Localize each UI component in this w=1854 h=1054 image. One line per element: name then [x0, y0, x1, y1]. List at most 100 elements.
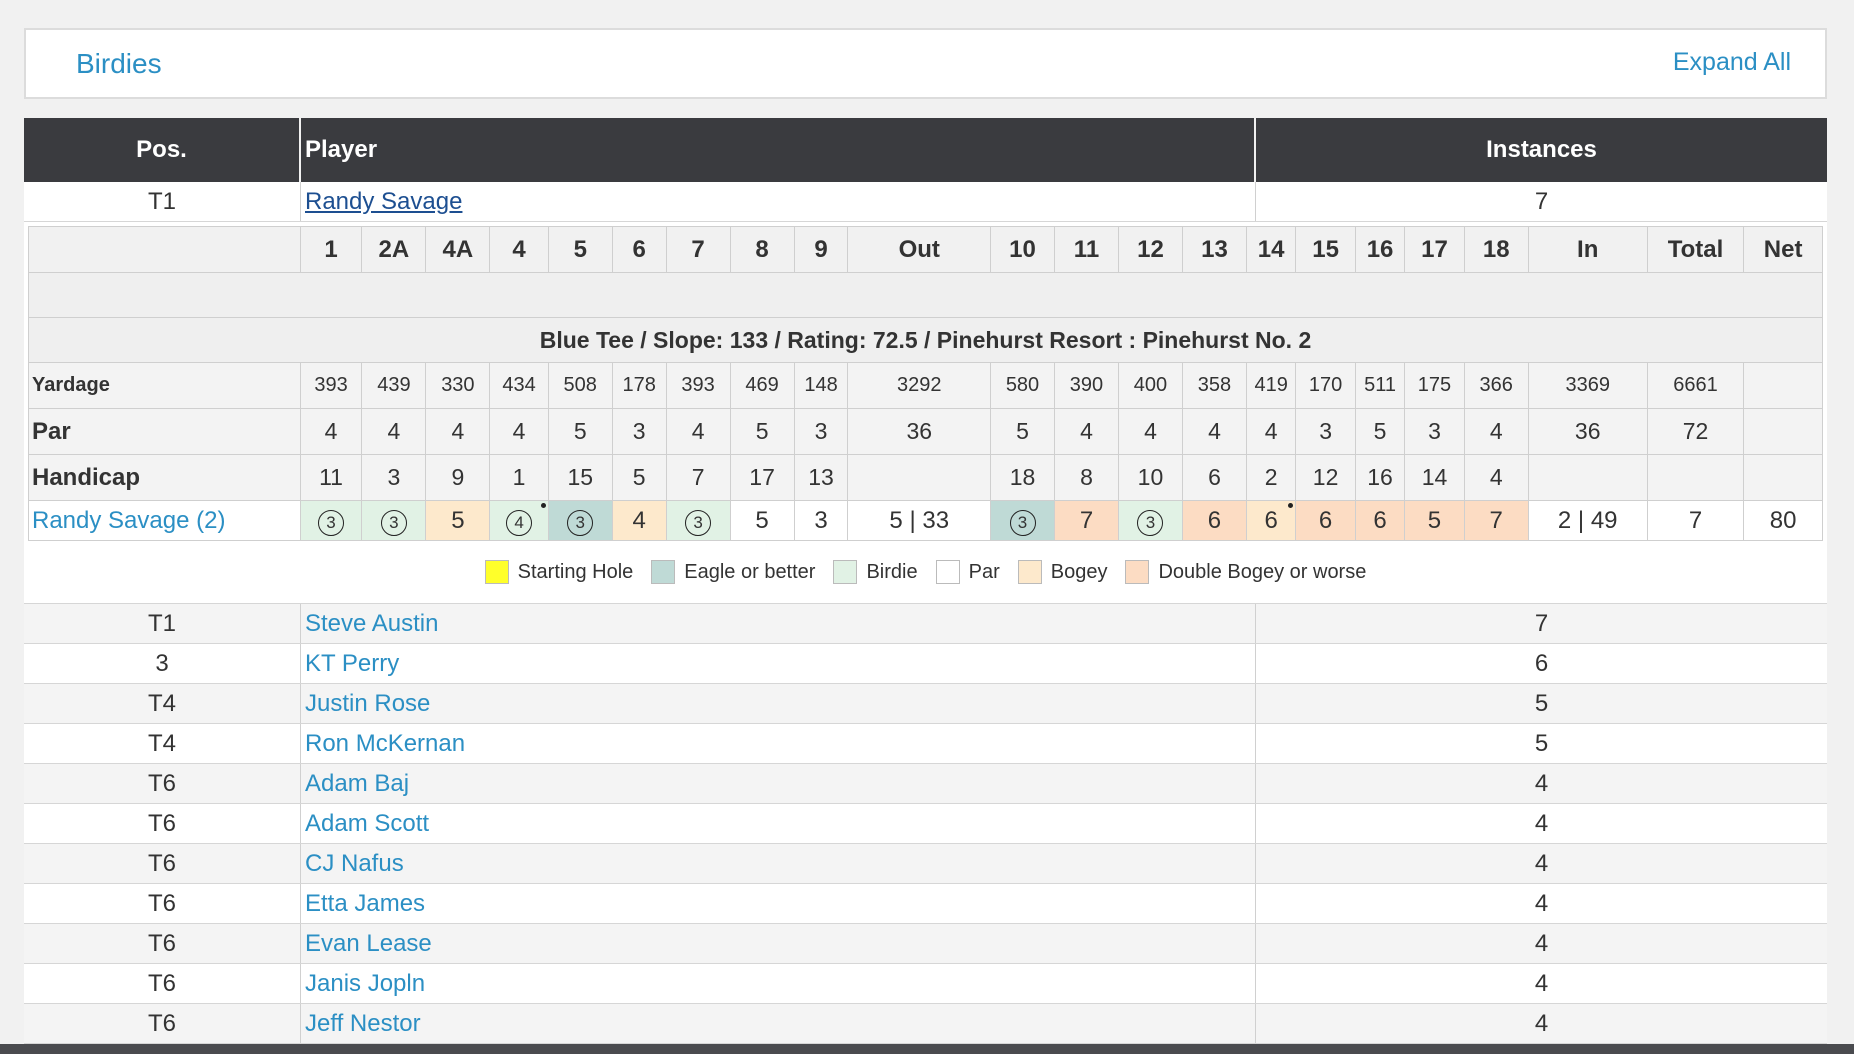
- row-pos: T4: [24, 724, 301, 763]
- player-link[interactable]: Janis Jopln: [305, 970, 425, 998]
- col-header: 4A: [425, 226, 491, 273]
- col-header: 16: [1354, 226, 1406, 273]
- table-row[interactable]: T6 Janis Jopln 4: [24, 964, 1827, 1004]
- col-header: Total: [1646, 226, 1745, 273]
- table-row[interactable]: T6 Adam Baj 4: [24, 764, 1827, 804]
- par-row: Par 4 4 4 4 5 3 4 5 3 36 5 4 4 4 4 3 5 3 4 36 72: [28, 408, 1823, 455]
- score-value: 5: [451, 506, 465, 534]
- handicap-cell: 16: [1354, 454, 1406, 501]
- yardage-cell: 434: [489, 362, 549, 409]
- row-instances: 7: [1534, 609, 1549, 637]
- handicap-cell: [1646, 454, 1745, 501]
- score-cell: 80: [1743, 500, 1823, 541]
- player-link[interactable]: Justin Rose: [305, 690, 430, 718]
- col-header: 10: [990, 226, 1055, 273]
- score-cell: 7: [1646, 500, 1745, 541]
- player-link[interactable]: CJ Nafus: [305, 850, 404, 878]
- scorecard-table: 1 2A 4A 4 5 6 7 8 9 Out 10 11 12 13 14 15 16 17 18 In Total N…: [28, 226, 1823, 541]
- score-legend: Starting Hole Eagle or better Birdie Par Bog…: [28, 541, 1823, 603]
- handicap-cell: 9: [425, 454, 491, 501]
- birdies-panel: Birdies Expand All: [24, 28, 1827, 99]
- handicap-cell: 18: [990, 454, 1055, 501]
- row-instances: 5: [1534, 689, 1549, 717]
- score-value: 5: [755, 506, 769, 534]
- col-header: 4: [489, 226, 549, 273]
- legend-label: Bogey: [1050, 560, 1108, 583]
- yardage-cell: 419: [1245, 362, 1297, 409]
- header-blank: [28, 226, 301, 273]
- player-link[interactable]: Randy Savage: [305, 188, 462, 216]
- row-pos: T6: [24, 884, 301, 923]
- yardage-cell: 170: [1295, 362, 1356, 409]
- score-cell: 6: [1245, 500, 1297, 541]
- handicap-cell: 6: [1181, 454, 1247, 501]
- handicap-cell: 13: [793, 454, 849, 501]
- table-row[interactable]: T4 Ron McKernan 5: [24, 724, 1827, 764]
- score-circle: 3: [318, 509, 345, 536]
- header-player[interactable]: Player: [301, 118, 1256, 182]
- legend-label: Birdie: [866, 560, 918, 583]
- player-link[interactable]: Ron McKernan: [305, 730, 465, 758]
- yardage-cell: 469: [729, 362, 795, 409]
- header-pos[interactable]: Pos.: [24, 118, 301, 182]
- row-pos: T1: [24, 604, 301, 643]
- player-link[interactable]: Etta James: [305, 890, 425, 918]
- yardage-cell: 330: [425, 362, 491, 409]
- par-label: Par: [28, 408, 301, 455]
- row-pos: 3: [24, 644, 301, 683]
- table-row[interactable]: T4 Justin Rose 5: [24, 684, 1827, 724]
- par-cell: 4: [1463, 408, 1529, 455]
- yardage-cell: 3369: [1527, 362, 1648, 409]
- player-score-label[interactable]: Randy Savage (2): [28, 500, 301, 541]
- score-value: 6: [1264, 506, 1278, 534]
- legend-swatch: [651, 560, 676, 584]
- table-row[interactable]: T6 CJ Nafus 4: [24, 844, 1827, 884]
- player-link[interactable]: KT Perry: [305, 650, 399, 678]
- score-cell: 5 | 33: [847, 500, 992, 541]
- header-instances[interactable]: Instances: [1256, 118, 1827, 182]
- score-cell: 5: [1404, 500, 1465, 541]
- table-row[interactable]: T6 Adam Scott 4: [24, 804, 1827, 844]
- score-cell: 5: [729, 500, 795, 541]
- player-link[interactable]: Adam Scott: [305, 810, 429, 838]
- table-row[interactable]: 3 KT Perry 6: [24, 644, 1827, 684]
- handicap-cell: 8: [1054, 454, 1119, 501]
- table-row-leader[interactable]: T1 Randy Savage 7: [24, 182, 1827, 222]
- score-dot: [1288, 503, 1294, 508]
- table-row[interactable]: T6 Jeff Nestor 4: [24, 1004, 1827, 1044]
- player-link[interactable]: Adam Baj: [305, 770, 409, 798]
- player-link[interactable]: Jeff Nestor: [305, 1010, 421, 1038]
- row-instances: 7: [1534, 187, 1549, 215]
- score-value: 80: [1769, 506, 1797, 534]
- score-value: 6: [1318, 506, 1333, 534]
- col-header: 11: [1054, 226, 1119, 273]
- row-pos: T6: [24, 764, 301, 803]
- table-row[interactable]: T6 Etta James 4: [24, 884, 1827, 924]
- handicap-cell: 3: [361, 454, 427, 501]
- par-cell: 3: [611, 408, 667, 455]
- col-header: 9: [793, 226, 849, 273]
- row-instances: 4: [1534, 769, 1549, 797]
- player-link[interactable]: Evan Lease: [305, 930, 432, 958]
- yardage-cell: 178: [611, 362, 667, 409]
- table-row[interactable]: T6 Evan Lease 4: [24, 924, 1827, 964]
- row-instances: 5: [1534, 729, 1549, 757]
- par-cell: 5: [547, 408, 613, 455]
- legend-label: Starting Hole: [517, 560, 634, 583]
- col-header: 13: [1181, 226, 1247, 273]
- score-cell: 7: [1463, 500, 1529, 541]
- score-value: 6: [1207, 506, 1222, 534]
- player-link[interactable]: Steve Austin: [305, 610, 438, 638]
- score-value: 7: [1489, 506, 1503, 534]
- expand-all-link[interactable]: Expand All: [1673, 48, 1791, 77]
- yardage-cell: 508: [547, 362, 613, 409]
- legend-item: Starting Hole: [484, 560, 634, 584]
- score-circle: 3: [1009, 509, 1036, 536]
- table-row[interactable]: T1 Steve Austin 7: [24, 604, 1827, 644]
- handicap-cell: [1743, 454, 1823, 501]
- handicap-cell: 1: [489, 454, 549, 501]
- handicap-cell: 17: [729, 454, 795, 501]
- legend-swatch: [1125, 560, 1150, 584]
- legend-item: Birdie: [833, 560, 918, 584]
- score-circle: 3: [685, 509, 712, 536]
